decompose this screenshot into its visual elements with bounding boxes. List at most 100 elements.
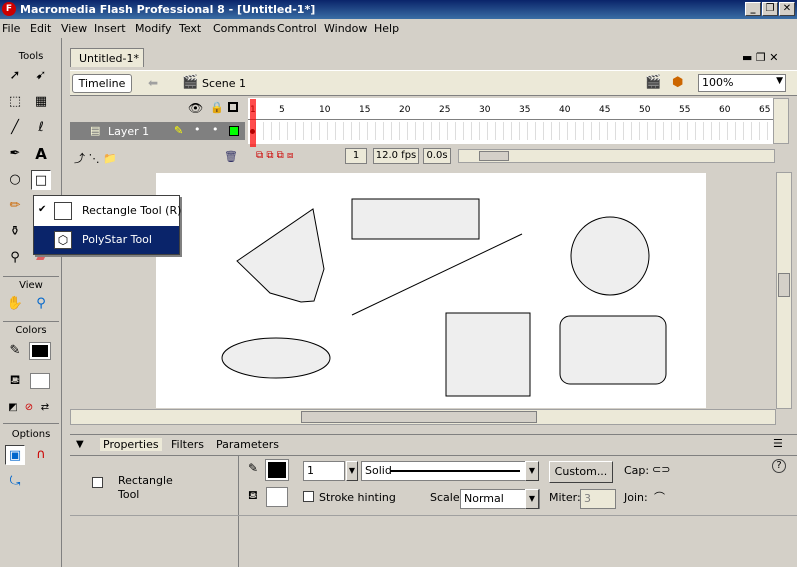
menu-item-rectangle-tool[interactable]: ✔ Rectangle Tool (R) (34, 197, 181, 225)
rectangle-tool-icon (92, 477, 103, 488)
menu-edit[interactable]: Edit (30, 22, 51, 35)
playhead[interactable] (250, 99, 256, 147)
collapse-arrow-icon[interactable]: ▼ (76, 439, 84, 450)
tab-parameters[interactable]: Parameters (216, 438, 279, 451)
fill-transform-icon[interactable]: ▦ (31, 92, 51, 112)
stage[interactable] (156, 173, 706, 408)
zoom-select[interactable]: 100% ▼ (698, 74, 786, 92)
swap-colors-icon[interactable]: ⇄ (35, 398, 55, 418)
hand-tool-icon[interactable]: ✋ (5, 294, 25, 314)
menu-modify[interactable]: Modify (135, 22, 171, 35)
stage-vscroll[interactable] (776, 172, 792, 409)
miter-input[interactable]: 3 (580, 489, 616, 509)
object-drawing-icon[interactable]: ▣ (5, 445, 25, 465)
menu-view[interactable]: View (61, 22, 87, 35)
stroke-color-swatch[interactable] (265, 459, 289, 481)
menu-commands[interactable]: Commands (213, 22, 275, 35)
layer-color-icon[interactable] (229, 126, 239, 136)
lock-icon[interactable]: 🔒 (210, 101, 224, 114)
eyedropper-icon[interactable]: ⚲ (5, 248, 25, 268)
timeline-vscroll[interactable] (773, 98, 789, 144)
fill-color-swatch[interactable] (266, 487, 288, 507)
help-icon[interactable]: ? (772, 459, 786, 473)
panel-menu-icon[interactable]: ☰ (773, 437, 783, 450)
edit-symbols-icon[interactable]: ⬢ (672, 75, 683, 90)
frames-area[interactable]: 1 5 10 15 20 25 30 35 40 45 50 55 60 65 (248, 98, 773, 144)
minimize-button[interactable]: _ (745, 2, 761, 16)
menu-file[interactable]: File (2, 22, 20, 35)
visible-dot-icon[interactable]: • (194, 123, 201, 136)
timeline-hscroll[interactable] (458, 149, 775, 163)
timeline-button[interactable]: Timeline (72, 74, 132, 93)
ruler-label: 5 (279, 105, 285, 115)
menu-control[interactable]: Control (277, 22, 317, 35)
restore-button[interactable]: ❐ (762, 2, 778, 16)
pen-tool-icon[interactable]: ✒ (5, 144, 25, 164)
frame-cells[interactable] (248, 122, 773, 140)
line-tool-icon[interactable]: ╱ (5, 118, 25, 138)
frame-rate[interactable]: 12.0 fps (373, 148, 419, 164)
quad-shape[interactable] (236, 208, 325, 303)
stroke-color-icon: ✎ (9, 343, 21, 358)
props-divider-lower (70, 515, 797, 516)
stage-hscroll[interactable] (70, 409, 776, 425)
circle-shape[interactable] (570, 216, 650, 296)
chevron-down-icon: ▼ (776, 76, 783, 86)
stroke-size-dropdown-icon[interactable]: ▼ (346, 461, 358, 481)
selection-tool-icon[interactable]: ➚ (5, 66, 25, 86)
rectangle-tool-icon[interactable]: □ (31, 170, 51, 190)
free-transform-icon[interactable]: ⬚ (5, 92, 25, 112)
lock-dot-icon[interactable]: • (212, 123, 219, 136)
layer-row[interactable]: ▤ Layer 1 ✎ • • (70, 122, 245, 140)
menu-window[interactable]: Window (324, 22, 367, 35)
stage-vscroll-thumb[interactable] (778, 273, 790, 297)
trash-icon[interactable]: 🗑 (224, 150, 238, 163)
timeline-hscroll-thumb[interactable] (479, 151, 509, 161)
menu-item-polystar-tool[interactable]: ⬡ PolyStar Tool (34, 226, 179, 254)
stage-hscroll-thumb[interactable] (301, 411, 537, 423)
menu-insert[interactable]: Insert (94, 22, 126, 35)
stroke-color-swatch[interactable] (29, 342, 51, 360)
frame-ruler: 1 5 10 15 20 25 30 35 40 45 50 55 60 65 (248, 98, 773, 120)
menu-text[interactable]: Text (179, 22, 201, 35)
stroke-hinting-checkbox[interactable] (303, 491, 314, 502)
lasso-tool-icon[interactable]: ℓ (31, 118, 51, 138)
ink-bottle-icon[interactable]: ⚱ (5, 222, 25, 242)
cap-style-icon[interactable]: ⊂⊃ (652, 463, 670, 476)
rectangle-shape[interactable] (351, 198, 480, 240)
line-shape[interactable] (351, 233, 523, 316)
close-button[interactable]: ✕ (779, 2, 795, 16)
oval-tool-icon[interactable]: ○ (5, 170, 25, 190)
fill-color-swatch[interactable] (30, 373, 50, 389)
layer-tools-icon[interactable]: ⤴ ⋱ 📁 (74, 150, 117, 166)
square-shape[interactable] (445, 312, 531, 397)
stroke-style-dropdown-icon[interactable]: ▼ (525, 461, 539, 481)
document-tab[interactable]: Untitled-1* (70, 48, 144, 67)
join-style-icon[interactable]: ⌒ (654, 489, 665, 505)
onion-skin-icons[interactable]: ⧉ ⧉ ⧉ ⧈ (256, 150, 293, 161)
stroke-style-select[interactable]: Solid (361, 461, 527, 481)
scene-label[interactable]: Scene 1 (202, 77, 246, 90)
tab-filters[interactable]: Filters (171, 438, 204, 451)
edit-scene-icon[interactable]: 🎬 (645, 75, 661, 90)
tab-properties[interactable]: Properties (100, 438, 162, 451)
custom-button[interactable]: Custom... (549, 461, 613, 483)
stroke-size-input[interactable]: 1 (303, 461, 345, 481)
scale-dropdown-icon[interactable]: ▼ (525, 489, 539, 509)
ruler-label: 50 (639, 105, 651, 115)
smooth-icon[interactable]: ⤿ (5, 472, 25, 492)
outline-icon[interactable] (228, 102, 238, 112)
ellipse-shape[interactable] (221, 337, 331, 379)
stage-drawing[interactable] (156, 173, 706, 408)
text-tool-icon[interactable]: A (31, 144, 51, 164)
menu-help[interactable]: Help (374, 22, 399, 35)
zoom-tool-icon[interactable]: ⚲ (31, 294, 51, 314)
back-arrow-icon[interactable]: ⬅ (148, 76, 158, 90)
doc-window-controls-icon[interactable]: ▬ ❐ ✕ (742, 51, 778, 64)
subselection-tool-icon[interactable]: ➹ (31, 66, 51, 86)
snap-to-objects-icon[interactable]: ∩ (31, 445, 51, 465)
menu-bar: File Edit View Insert Modify Text Comman… (0, 19, 797, 38)
eye-icon[interactable]: 👁 (188, 101, 203, 115)
pencil-tool-icon[interactable]: ✏ (5, 196, 25, 216)
rounded-rect-shape[interactable] (559, 315, 667, 385)
